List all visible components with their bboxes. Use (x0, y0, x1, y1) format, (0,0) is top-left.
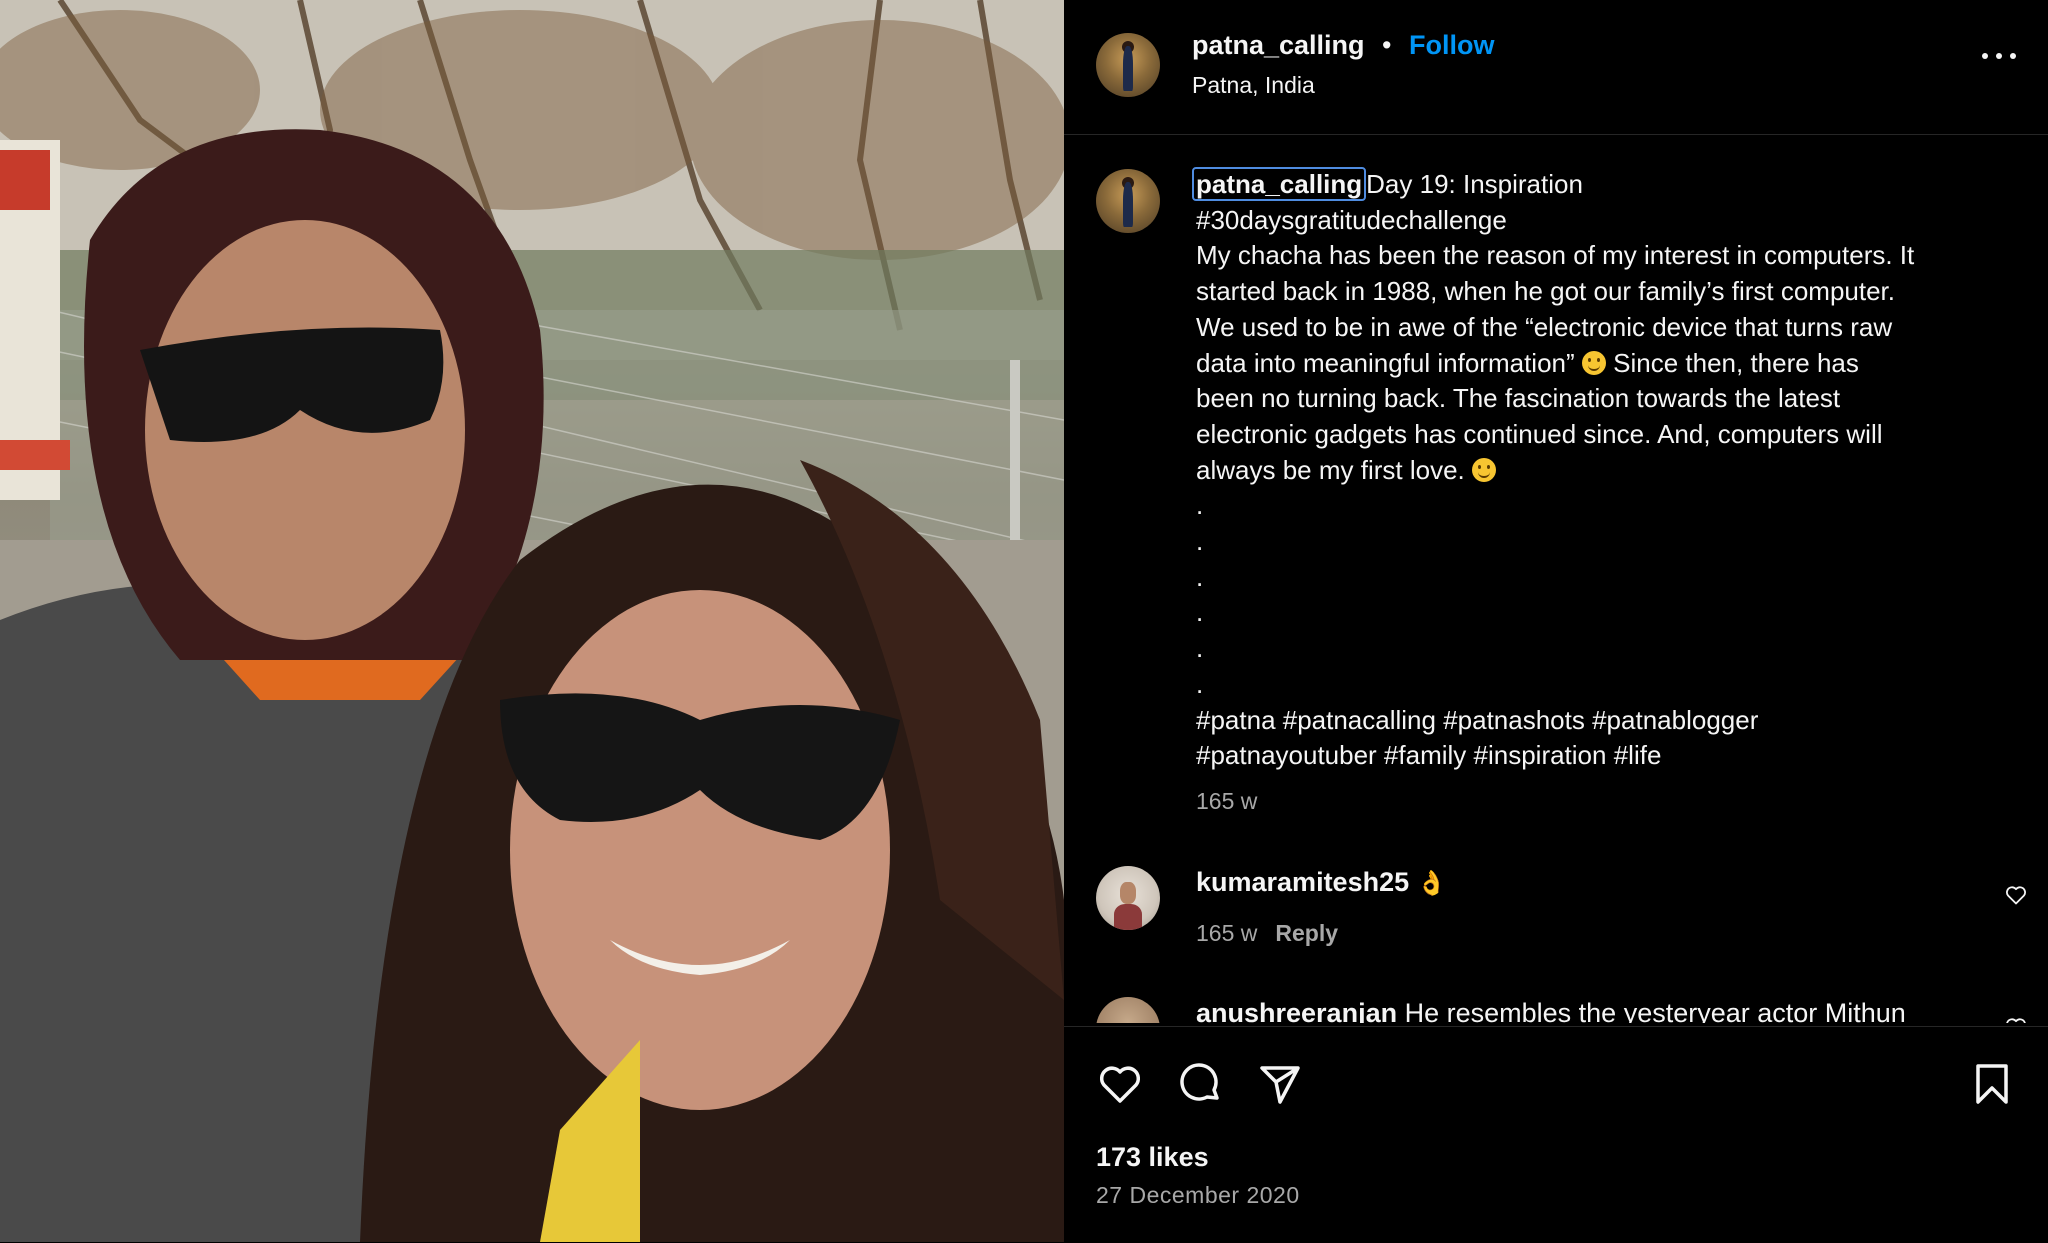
ok-hand-emoji-icon: 👌 (1416, 870, 1447, 897)
caption-line: Day 19: Inspiration (1366, 169, 1583, 199)
caption-line: My chacha has been the reason of my inte… (1196, 240, 1915, 271)
post-caption: patna_calling Day 19: Inspiration #30days… (1192, 167, 2016, 774)
post-header: patna_calling • Follow Patna, India (1064, 0, 2048, 135)
caption-hashtags[interactable]: #patna #patnacalling #patnashots #patnab… (1196, 703, 2016, 739)
post-photo-image (0, 0, 1064, 1242)
comment-text: He resembles the yesteryear actor Mithun (1404, 998, 1906, 1023)
likes-count[interactable]: 173 likes (1096, 1142, 1209, 1173)
smiling-emoji-icon (1581, 350, 1606, 375)
author-username[interactable]: patna_calling (1192, 30, 1365, 61)
commenter-username[interactable]: kumaramitesh25 (1196, 867, 1409, 897)
save-bookmark-icon[interactable] (1968, 1060, 2016, 1108)
caption-hashtags[interactable]: #patnayoutuber #family #inspiration #lif… (1196, 738, 2016, 774)
author-avatar[interactable] (1096, 33, 1160, 97)
caption-line: data into meaningful information” (1196, 347, 1575, 378)
share-paper-plane-icon[interactable] (1256, 1060, 1304, 1108)
caption-dot: . (1196, 561, 1204, 592)
comment-meta: 165 w Reply (1196, 920, 1338, 947)
comment-item: anushreeranjan He resembles the yesterye… (1196, 998, 1906, 1023)
comment-like-heart-icon[interactable] (2004, 1015, 2028, 1023)
commenter-avatar[interactable] (1096, 866, 1160, 930)
caption-author-avatar[interactable] (1096, 169, 1160, 233)
caption-dot: . (1196, 668, 1204, 699)
caption-line: started back in 1988, when he got our fa… (1196, 276, 1895, 307)
caption-timestamp[interactable]: 165 w (1196, 788, 1257, 815)
grinning-emoji-icon (1471, 457, 1496, 482)
caption-line: We used to be in awe of the “electronic … (1196, 311, 1893, 342)
comment-bubble-icon[interactable] (1176, 1060, 1224, 1108)
caption-dot: . (1196, 633, 1204, 664)
like-heart-icon[interactable] (1096, 1060, 1144, 1108)
caption-dot: . (1196, 526, 1204, 557)
caption-line: been no turning back. The fascination to… (1196, 383, 1841, 414)
commenter-avatar[interactable] (1096, 997, 1160, 1023)
post-side-panel: patna_calling • Follow Patna, India patn… (1064, 0, 2048, 1242)
caption-line: Since then, there has (1613, 347, 1859, 378)
separator-dot: • (1382, 30, 1392, 60)
caption-username[interactable]: patna_calling (1192, 167, 1367, 201)
follow-button[interactable]: Follow (1409, 30, 1494, 61)
post-location[interactable]: Patna, India (1192, 72, 1315, 99)
caption-hashtag[interactable]: #30daysgratitudechallenge (1196, 203, 2016, 239)
comment-age[interactable]: 165 w (1196, 920, 1257, 946)
comment-like-heart-icon[interactable] (2004, 883, 2028, 907)
caption-dot: . (1196, 597, 1204, 628)
caption-line: always be my first love. (1196, 454, 1465, 485)
caption-dot: . (1196, 490, 1204, 521)
post-date: 27 December 2020 (1096, 1182, 1300, 1208)
post-actions: 173 likes 27 December 2020 (1064, 1026, 2048, 1243)
commenter-username[interactable]: anushreeranjan (1196, 998, 1397, 1023)
comments-section[interactable]: patna_calling Day 19: Inspiration #30days… (1064, 135, 2048, 1023)
reply-button[interactable]: Reply (1275, 920, 1338, 946)
more-options-icon[interactable] (1982, 48, 2016, 62)
caption-line: electronic gadgets has continued since. … (1196, 418, 1883, 449)
post-photo[interactable] (0, 0, 1064, 1242)
comment-item: kumaramitesh25 👌 (1196, 867, 1447, 898)
